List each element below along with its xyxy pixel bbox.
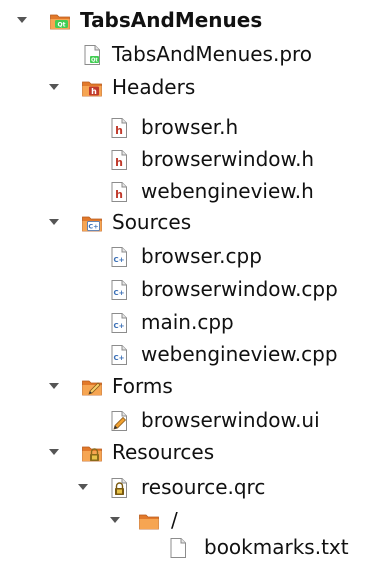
svg-text:C+: C+	[113, 256, 124, 264]
file-name: browserwindow.h	[141, 147, 315, 171]
file-name: TabsAndMenues.pro	[112, 42, 313, 66]
tree-item-browserwindow-h[interactable]: h browserwindow.h	[0, 143, 382, 176]
qt-project-file-icon: Qt	[81, 44, 103, 66]
svg-text:Qt: Qt	[91, 57, 98, 63]
tree-item-resources[interactable]: Resources	[0, 436, 382, 469]
headers-folder-icon: h	[81, 77, 103, 99]
svg-text:h: h	[115, 188, 123, 201]
file-name: browser.cpp	[141, 244, 262, 268]
file-name: browserwindow.ui	[141, 408, 320, 432]
file-name: browserwindow.cpp	[141, 277, 338, 301]
project-tree: Qt TabsAndMenues Qt TabsAndMenues.pro h …	[0, 0, 382, 564]
expand-arrow-icon[interactable]	[47, 445, 61, 459]
qrc-file-icon	[108, 477, 130, 499]
folder-name: Sources	[112, 210, 192, 234]
ui-file-icon	[108, 410, 130, 432]
svg-text:C+: C+	[88, 223, 98, 231]
svg-text:h: h	[115, 156, 123, 169]
folder-icon	[138, 510, 160, 532]
tree-item-main-cpp[interactable]: C+ main.cpp	[0, 306, 382, 339]
folder-name: Forms	[112, 374, 173, 398]
forms-folder-icon	[81, 376, 103, 398]
file-name: webengineview.h	[141, 179, 314, 203]
svg-text:C+: C+	[113, 289, 124, 297]
svg-text:C+: C+	[113, 354, 124, 362]
tree-item-pro-file[interactable]: Qt TabsAndMenues.pro	[0, 38, 382, 71]
file-name: bookmarks.txt	[204, 535, 349, 559]
expand-arrow-icon[interactable]	[76, 480, 90, 494]
cpp-file-icon: C+	[108, 312, 130, 334]
sources-folder-icon: C+	[81, 212, 103, 234]
expand-arrow-icon[interactable]	[47, 379, 61, 393]
file-name: resource.qrc	[141, 475, 266, 499]
tree-item-browserwindow-ui[interactable]: browserwindow.ui	[0, 404, 382, 437]
tree-item-webengineview-cpp[interactable]: C+ webengineview.cpp	[0, 338, 382, 371]
tree-item-browser-cpp[interactable]: C+ browser.cpp	[0, 240, 382, 273]
tree-item-resource-qrc[interactable]: resource.qrc	[0, 471, 382, 504]
cpp-file-icon: C+	[108, 246, 130, 268]
folder-name: Headers	[112, 75, 196, 99]
tree-item-headers[interactable]: h Headers	[0, 71, 382, 104]
expand-arrow-icon[interactable]	[108, 513, 122, 527]
cpp-file-icon: C+	[108, 344, 130, 366]
tree-item-sources[interactable]: C+ Sources	[0, 206, 382, 239]
qt-project-folder-icon: Qt	[49, 10, 71, 32]
file-name: browser.h	[141, 115, 239, 139]
header-file-icon: h	[108, 181, 130, 203]
svg-text:h: h	[91, 87, 97, 96]
project-name: TabsAndMenues	[80, 8, 263, 32]
header-file-icon: h	[108, 117, 130, 139]
tree-item-forms[interactable]: Forms	[0, 370, 382, 403]
svg-text:h: h	[115, 124, 123, 137]
resources-folder-icon	[81, 442, 103, 464]
expand-arrow-icon[interactable]	[47, 80, 61, 94]
tree-item-browserwindow-cpp[interactable]: C+ browserwindow.cpp	[0, 273, 382, 306]
tree-item-bookmarks-txt[interactable]: bookmarks.txt	[0, 531, 382, 564]
file-name: main.cpp	[141, 310, 234, 334]
header-file-icon: h	[108, 149, 130, 171]
expand-arrow-icon[interactable]	[15, 13, 29, 27]
file-name: webengineview.cpp	[141, 342, 338, 366]
tree-item-webengineview-h[interactable]: h webengineview.h	[0, 175, 382, 208]
cpp-file-icon: C+	[108, 279, 130, 301]
text-file-icon	[167, 537, 189, 559]
tree-item-project[interactable]: Qt TabsAndMenues	[0, 4, 382, 37]
svg-text:Qt: Qt	[58, 21, 66, 28]
expand-arrow-icon[interactable]	[47, 215, 61, 229]
svg-text:C+: C+	[113, 322, 124, 330]
tree-item-browser-h[interactable]: h browser.h	[0, 111, 382, 144]
folder-name: Resources	[112, 440, 215, 464]
